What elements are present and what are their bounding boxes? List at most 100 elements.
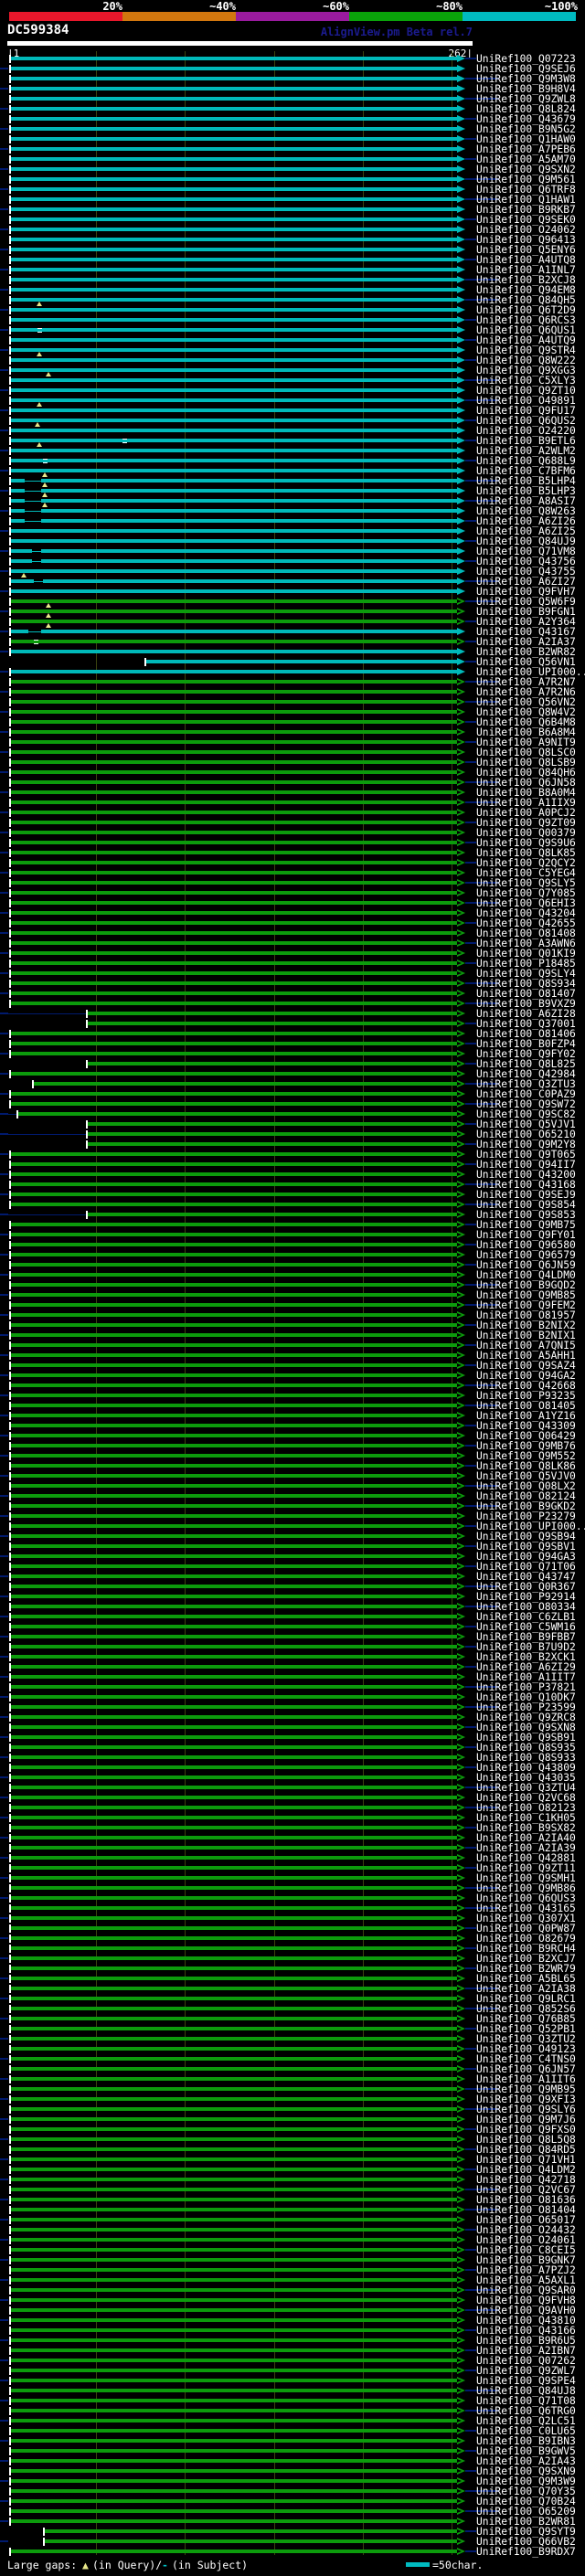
hit-arrowhead-hole [456, 2237, 462, 2242]
hit-bar [10, 1243, 457, 1246]
row-index-tick [0, 2219, 8, 2221]
label-connector-line [464, 1163, 476, 1165]
hit-bar [42, 579, 457, 583]
row-index-tick [0, 1173, 8, 1175]
row-index-tick [0, 590, 8, 592]
hit-arrowhead-icon [456, 165, 465, 173]
hit-arrowhead-icon [456, 145, 465, 153]
hit-bar [10, 1896, 457, 1900]
hit-bar [10, 1333, 457, 1337]
hit-bar-gap-segment [32, 551, 41, 552]
label-connector-line [464, 1063, 476, 1065]
hit-bar [10, 2057, 457, 2061]
hit-arrowhead-hole [456, 2307, 462, 2312]
hit-arrowhead-hole [456, 850, 462, 854]
hit-bar [10, 539, 457, 543]
hit-bar [10, 2228, 457, 2231]
hit-arrowhead-hole [456, 1584, 462, 1588]
hit-arrowhead-hole [456, 810, 462, 814]
row-index-tick [0, 2339, 8, 2341]
hit-arrowhead-icon [456, 427, 465, 434]
hit-arrowhead-hole [456, 1805, 462, 1809]
row-index-tick [0, 912, 8, 914]
hit-arrowhead-hole [456, 1654, 462, 1659]
hit-arrowhead-hole [456, 1956, 462, 1960]
hit-bar [10, 640, 457, 643]
hit-bar [10, 1866, 457, 1870]
hit-bar [10, 1152, 457, 1156]
hit-bar [10, 398, 457, 402]
row-index-tick [0, 1937, 8, 1939]
hit-bar [10, 2318, 457, 2322]
hit-arrowhead-icon [456, 266, 465, 273]
hit-bar [10, 2379, 457, 2382]
hit-arrowhead-hole [456, 2408, 462, 2412]
hit-bar-gap-segment [25, 501, 41, 502]
label-connector-line [464, 239, 476, 240]
hit-bar [10, 147, 457, 151]
hit-arrowhead-hole [456, 2549, 462, 2553]
row-index-tick [0, 329, 8, 331]
row-index-tick [0, 1716, 8, 1718]
hit-bar [10, 1745, 457, 1749]
hit-bar [10, 2338, 457, 2342]
hit-arrowhead-hole [456, 699, 462, 704]
hit-bar [10, 1806, 457, 1809]
row-index-tick [0, 1575, 8, 1577]
hit-arrowhead-icon [456, 105, 465, 112]
hit-arrowhead-icon [456, 246, 465, 253]
row-index-tick [0, 1374, 8, 1376]
hit-bar [10, 2107, 457, 2111]
row-index-tick [0, 1274, 8, 1276]
hit-bar [10, 298, 457, 302]
hit-bar [10, 1554, 457, 1558]
row-index-tick [0, 1535, 8, 1537]
hit-bar [10, 1343, 457, 1347]
legend: Large gaps: ▲ (in Query)/ - (in Subject)… [0, 2557, 585, 2571]
hit-bar [10, 1625, 457, 1628]
hit-arrowhead-hole [456, 1835, 462, 1839]
label-connector-line [464, 2550, 476, 2552]
hit-bar [40, 479, 457, 482]
hit-arrowhead-hole [456, 1362, 462, 1367]
row-index-tick [0, 691, 8, 693]
hit-arrowhead-icon [456, 658, 465, 665]
hit-arrowhead-hole [456, 1945, 462, 1950]
hit-bar [10, 408, 457, 412]
hit-bar [10, 790, 457, 794]
hit-bar [10, 1816, 457, 1819]
row-index-tick [0, 1696, 8, 1698]
hit-bar [10, 1725, 457, 1729]
label-connector-line [464, 1224, 476, 1225]
label-connector-line [464, 460, 476, 461]
hit-bar [10, 167, 457, 171]
hit-arrowhead-hole [456, 790, 462, 794]
row-index-tick [0, 550, 8, 552]
hit-arrowhead-hole [456, 1342, 462, 1347]
hit-bar [10, 228, 457, 231]
query-gap-triangle-icon [41, 472, 48, 477]
hit-bar [10, 1514, 457, 1518]
hit-arrowhead-hole [456, 2438, 462, 2443]
hit-arrowhead-hole [456, 1795, 462, 1799]
hit-bar [40, 489, 457, 493]
hit-bar [87, 1132, 457, 1136]
label-connector-line [464, 862, 476, 864]
hit-bar [10, 1886, 457, 1890]
hit-bar [10, 559, 33, 563]
row-index-tick [0, 1515, 8, 1517]
row-index-tick [0, 2279, 8, 2281]
hit-arrowhead-hole [456, 1262, 462, 1267]
hit-bar [10, 821, 457, 824]
hit-arrowhead-hole [456, 1232, 462, 1236]
hit-label[interactable]: UniRef100_B9RDX7 [476, 2547, 576, 2557]
hit-bar [10, 650, 457, 653]
hit-bar [10, 811, 457, 814]
hit-bar [10, 941, 457, 945]
label-connector-line [464, 641, 476, 642]
row-index-tick [0, 1857, 8, 1859]
row-index-tick [0, 1314, 8, 1316]
subject-gap-mark [34, 640, 39, 644]
hit-bar [10, 67, 457, 70]
label-connector-line [464, 2349, 476, 2351]
